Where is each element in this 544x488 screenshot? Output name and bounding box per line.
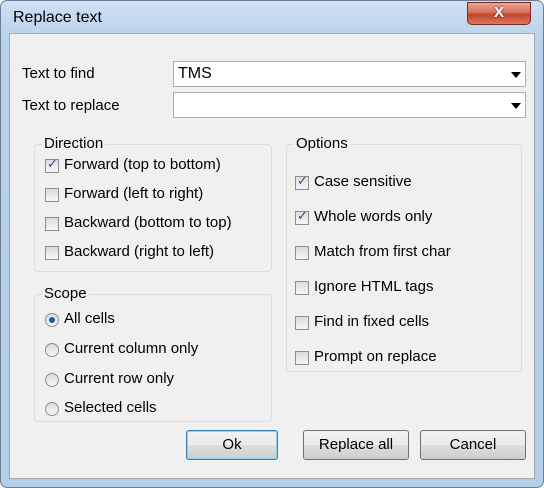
options-label-5: Prompt on replace [314,348,437,365]
replace-all-button[interactable]: Replace all [303,430,409,460]
direction-label-0: Forward (top to bottom) [64,156,221,173]
scope-label-2: Current row only [64,370,175,387]
options-checkbox-2[interactable] [295,246,309,260]
options-group-title: Options [294,135,350,152]
options-checkbox-3[interactable] [295,281,309,295]
chevron-down-icon[interactable] [511,72,521,78]
direction-label-2: Backward (bottom to top) [64,214,232,231]
scope-group-title: Scope [42,285,89,302]
direction-checkbox-0[interactable] [45,157,59,173]
ok-button[interactable]: Ok [186,430,278,460]
scope-label-3: Selected cells [64,399,157,416]
options-label-3: Ignore HTML tags [314,278,434,295]
options-label-4: Find in fixed cells [314,313,430,330]
text-to-find-value: TMS [178,65,212,82]
options-checkbox-5[interactable] [295,351,309,365]
chevron-down-icon[interactable] [511,103,521,109]
options-group: Options Case sensitive Whole words only … [286,135,522,372]
scope-label-0: All cells [64,310,115,327]
options-label-1: Whole words only [314,208,433,225]
text-to-replace-label: Text to replace [22,97,120,114]
direction-group: Direction Forward (top to bottom) Forwar… [34,135,272,272]
direction-checkbox-2[interactable] [45,217,59,231]
options-label-2: Match from first char [314,243,451,260]
scope-radio-3[interactable] [45,402,59,416]
scope-radio-0[interactable] [45,313,59,327]
direction-checkbox-3[interactable] [45,246,59,260]
scope-radio-2[interactable] [45,373,59,387]
dialog-body: Text to find TMS Text to replace Directi… [9,33,535,479]
replace-text-dialog: Replace text X Text to find TMS Text to … [0,0,544,488]
direction-label-3: Backward (right to left) [64,243,215,260]
options-label-0: Case sensitive [314,173,412,190]
close-button[interactable]: X [467,2,531,25]
title-bar[interactable]: Replace text X [1,1,543,33]
direction-checkbox-1[interactable] [45,188,59,202]
text-to-replace-combo[interactable] [173,92,526,118]
cancel-button[interactable]: Cancel [420,430,526,460]
text-to-find-label: Text to find [22,65,95,82]
options-checkbox-4[interactable] [295,316,309,330]
dialog-title: Replace text [13,9,102,26]
close-icon: X [493,4,504,21]
direction-label-1: Forward (left to right) [64,185,204,202]
scope-label-1: Current column only [64,340,199,357]
direction-group-title: Direction [42,135,106,152]
scope-group: Scope All cells Current column only Curr… [34,285,272,422]
options-checkbox-0[interactable] [295,174,309,190]
text-to-find-combo[interactable]: TMS [173,61,526,87]
options-checkbox-1[interactable] [295,209,309,225]
scope-radio-1[interactable] [45,343,59,357]
